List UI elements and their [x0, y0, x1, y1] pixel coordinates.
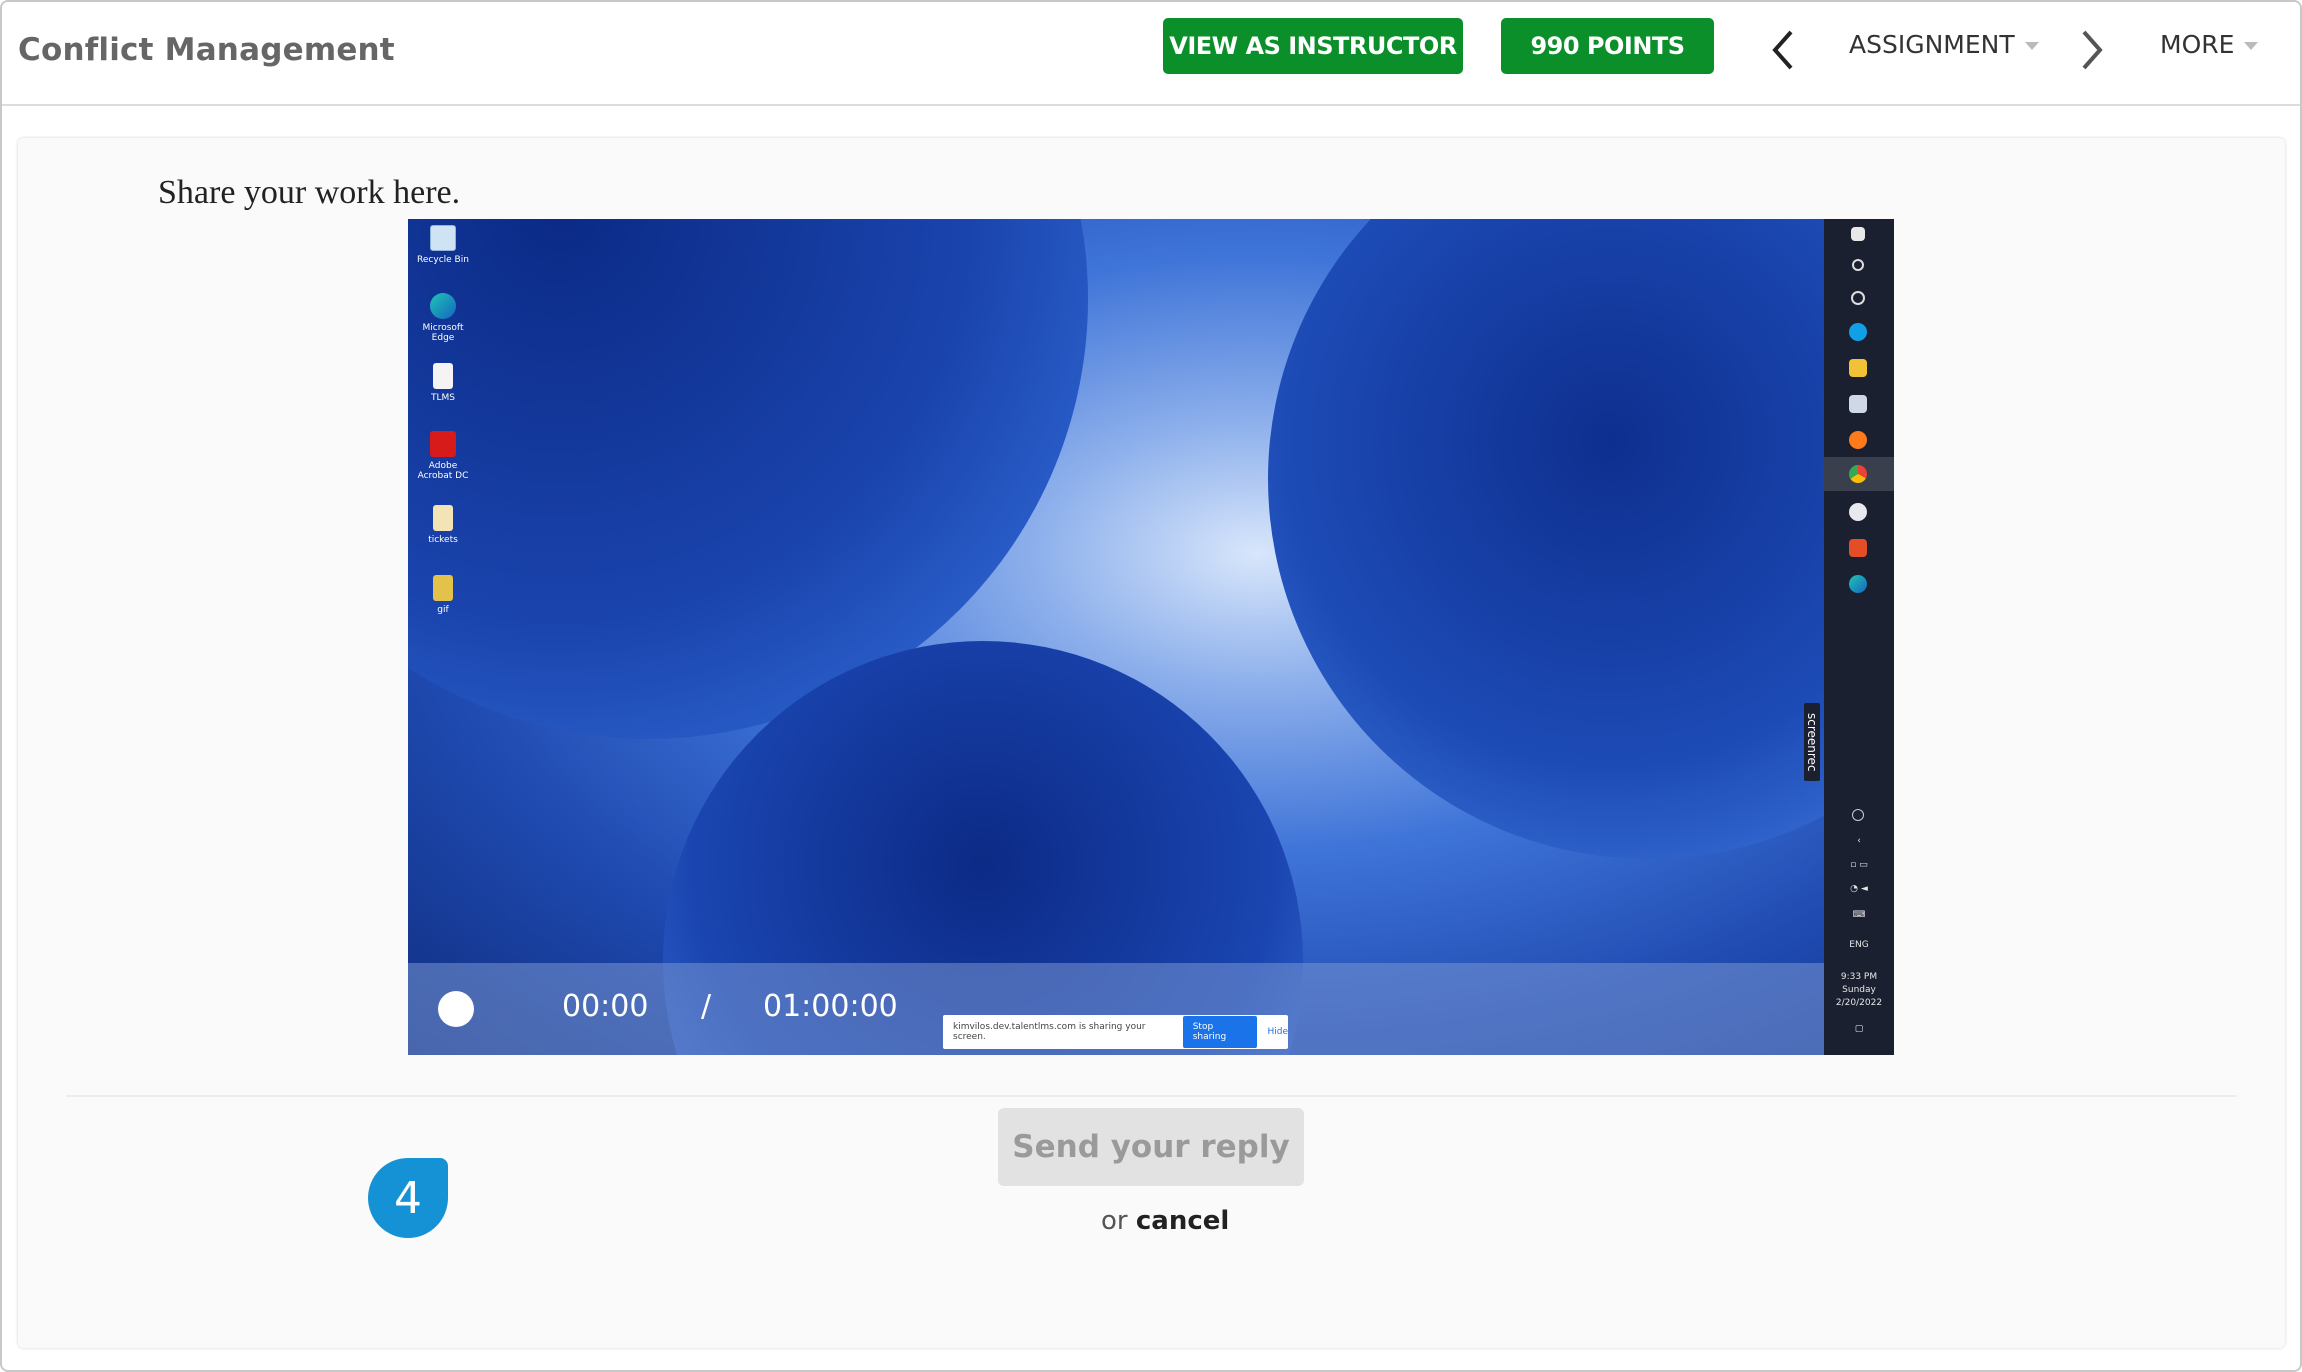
app-frame: Conflict Management VIEW AS INSTRUCTOR 9… [0, 0, 2302, 1372]
language-indicator: ENG [1849, 940, 1869, 950]
cortana-icon [1851, 291, 1865, 305]
share-notice-text: kimvilos.dev.talentlms.com is sharing yo… [953, 1022, 1146, 1042]
cloud-app-icon [1849, 503, 1867, 521]
recycle-bin-icon [430, 225, 456, 251]
people-icon [1852, 809, 1864, 821]
desktop-icon-edge: Microsoft Edge [412, 293, 474, 343]
screen-recording-video[interactable]: Recycle Bin Microsoft Edge TLMS Adobe Ac… [408, 219, 1894, 1055]
assignment-prompt: Share your work here. [158, 174, 461, 211]
document-icon [433, 363, 453, 389]
file-explorer-icon [1849, 359, 1867, 377]
screen-share-notice: kimvilos.dev.talentlms.com is sharing yo… [943, 1015, 1288, 1049]
more-menu-label: MORE [2160, 30, 2235, 59]
firefox-icon [1849, 431, 1867, 449]
points-button[interactable]: 990 POINTS [1501, 18, 1714, 74]
total-duration: 01:00:00 [763, 989, 898, 1024]
windows-taskbar: ‹ ▫ ▭ ◔ ◄ ⌨ ENG 9:33 PM Sunday 2/20/2022… [1824, 219, 1894, 1055]
chevron-left-icon [1772, 30, 1793, 70]
html5-icon [1849, 539, 1867, 557]
chevron-left-icon: ‹ [1857, 836, 1861, 846]
step-number-badge: 4 [368, 1158, 448, 1238]
folder-icon [433, 575, 453, 601]
stop-sharing-button[interactable]: Stop sharing [1182, 1016, 1258, 1048]
desktop-icon-tlms: TLMS [412, 363, 474, 403]
document-icon [433, 505, 453, 531]
search-icon [1852, 259, 1864, 271]
section-divider [66, 1095, 2236, 1097]
next-unit-button[interactable] [2072, 24, 2112, 76]
calculator-icon [1849, 395, 1867, 413]
assignment-menu-label: ASSIGNMENT [1849, 30, 2015, 59]
edge-icon [430, 293, 456, 319]
caret-down-icon [2024, 41, 2039, 50]
cancel-link[interactable]: cancel [1136, 1206, 1229, 1236]
clock-time: 9:33 PM [1840, 972, 1878, 982]
desktop-wallpaper: Recycle Bin Microsoft Edge TLMS Adobe Ac… [408, 219, 1824, 1055]
notification-icon: ▢ [1854, 1024, 1864, 1034]
more-menu[interactable]: MORE [2160, 30, 2259, 59]
chrome-icon [1849, 465, 1867, 483]
clock-date: 2/20/2022 [1835, 998, 1883, 1008]
desktop-icon-recycle-bin: Recycle Bin [412, 225, 474, 265]
acrobat-icon [430, 431, 456, 457]
current-time: 00:00 [562, 989, 649, 1024]
clock-day: Sunday [1842, 985, 1876, 995]
chevron-right-icon [2082, 30, 2103, 70]
tray-icons: ▫ ▭ [1850, 860, 1868, 870]
time-separator: / [701, 989, 712, 1024]
hide-link[interactable]: Hide [1267, 1027, 1288, 1037]
or-cancel-row: or cancel [1101, 1206, 1229, 1236]
windows-start-icon [1851, 227, 1865, 241]
caret-down-icon [2244, 41, 2259, 50]
screenrec-tab: screenrec [1804, 703, 1820, 781]
send-reply-button[interactable]: Send your reply [998, 1108, 1304, 1186]
view-as-instructor-button[interactable]: VIEW AS INSTRUCTOR [1163, 18, 1463, 74]
course-title: Conflict Management [18, 32, 395, 68]
previous-unit-button[interactable] [1763, 24, 1803, 76]
desktop-icon-tickets: tickets [412, 505, 474, 545]
desktop-icon-acrobat: Adobe Acrobat DC [412, 431, 474, 481]
wallpaper-orb [1268, 219, 1824, 859]
play-button[interactable] [438, 991, 474, 1027]
keyboard-icon: ⌨ [1852, 910, 1866, 920]
or-text: or [1101, 1206, 1128, 1236]
top-header: Conflict Management VIEW AS INSTRUCTOR 9… [2, 2, 2300, 106]
skype-icon [1849, 323, 1867, 341]
video-control-bar: 00:00 / 01:00:00 kimvilos.dev.talentlms.… [408, 963, 1824, 1055]
desktop-icon-gif: gif [412, 575, 474, 615]
assignment-menu[interactable]: ASSIGNMENT [1849, 30, 2039, 59]
network-volume-icons: ◔ ◄ [1850, 884, 1868, 894]
edge-icon [1849, 575, 1867, 593]
assignment-card: Share your work here. Recycle Bin Micros… [18, 138, 2285, 1348]
